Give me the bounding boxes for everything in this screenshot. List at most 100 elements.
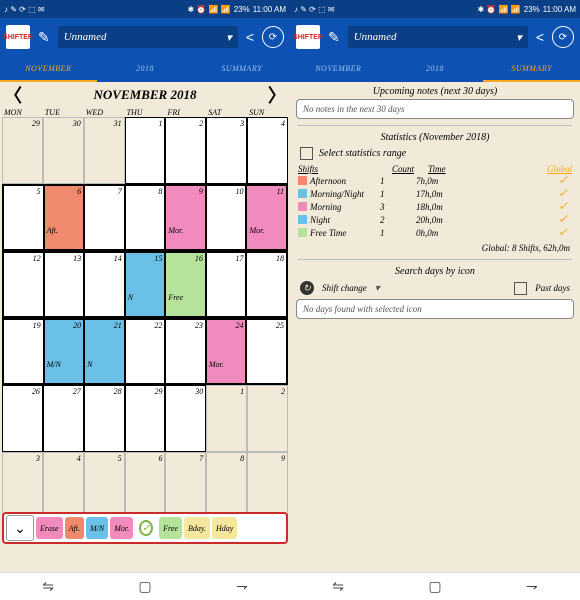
chip-erase[interactable]: Erase <box>36 517 63 539</box>
cal-cell[interactable]: 26 <box>2 385 43 452</box>
cal-cell[interactable]: 2 <box>165 117 206 184</box>
calendar-grid: 29 30 31 1 2 3 4 5 6Aft. 7 8 9Mor. 10 11… <box>0 117 290 519</box>
cal-cell[interactable]: 12 <box>3 252 44 317</box>
cal-cell[interactable]: 24Mor. <box>206 319 247 384</box>
chip-morning[interactable]: Mor. <box>110 517 133 539</box>
cal-cell[interactable]: 29 <box>125 385 166 452</box>
cal-cell[interactable]: 6Aft. <box>44 185 85 250</box>
upcoming-box: No notes in the next 30 days <box>296 99 574 119</box>
past-days-checkbox[interactable] <box>514 282 527 295</box>
nav-home-icon[interactable]: ▢ <box>138 578 151 595</box>
shift-change-label: Shift change <box>322 283 367 293</box>
cal-cell[interactable]: 4 <box>43 452 84 519</box>
cal-cell[interactable]: 23 <box>165 319 206 384</box>
cal-cell[interactable]: 5 <box>84 452 125 519</box>
cal-cell[interactable]: 30 <box>165 385 206 452</box>
cal-cell[interactable]: 20M/N <box>44 319 85 384</box>
chip-confirm[interactable]: ✓ <box>135 517 157 539</box>
tabs: NOVEMBER 2018 SUMMARY <box>0 56 290 82</box>
cal-cell[interactable]: 14 <box>84 252 125 317</box>
share-icon[interactable]: < <box>536 29 544 45</box>
title-dropdown[interactable]: Unnamed ▾ <box>348 26 528 48</box>
cal-cell[interactable]: 7 <box>165 452 206 519</box>
nav-recent-icon[interactable]: ⇋ <box>42 578 54 595</box>
cal-cell[interactable]: 27 <box>43 385 84 452</box>
status-bar: ♪ ✎ ⟳ ⬚ ✉ ✱ ⏰ 📶 📶23%11:00 AM <box>290 0 580 18</box>
pencil-icon[interactable]: ✎ <box>328 29 340 46</box>
calendar-title: NOVEMBER 2018 <box>94 87 197 103</box>
cal-cell[interactable]: 13 <box>44 252 85 317</box>
title-text: Unnamed <box>64 31 107 43</box>
cal-cell[interactable]: 9 <box>247 452 288 519</box>
past-days-label: Past days <box>535 283 570 293</box>
cal-cell[interactable]: 7 <box>84 185 125 250</box>
cal-cell[interactable]: 9Mor. <box>165 185 206 250</box>
prev-month[interactable]: 〈 <box>4 82 22 108</box>
stats-table: Shifts Count Time Global Afternoon17h,0m… <box>298 164 572 239</box>
cal-cell[interactable]: 4 <box>247 117 288 184</box>
cal-cell-today[interactable]: 19 <box>3 319 44 384</box>
search-result-box: No days found with selected icon <box>296 299 574 319</box>
range-label: Select statistics range <box>319 148 406 159</box>
next-month[interactable]: 〉 <box>268 82 286 108</box>
range-checkbox[interactable] <box>300 147 313 160</box>
cal-cell[interactable]: 25 <box>246 319 287 384</box>
stats-row: Free Time10h,0m✓ <box>298 226 572 239</box>
chevron-down-icon: ▾ <box>226 31 232 44</box>
stats-title: Statistics (November 2018) <box>290 132 580 143</box>
tab-year[interactable]: 2018 <box>97 56 194 82</box>
sync-icon[interactable]: ⟳ <box>262 26 284 48</box>
refresh-icon[interactable]: ↻ <box>300 281 314 295</box>
cal-cell[interactable]: 5 <box>3 185 44 250</box>
tab-month[interactable]: NOVEMBER <box>0 56 97 82</box>
android-navbar: ⇋ ▢ ⇁ <box>0 572 290 600</box>
chip-free[interactable]: Free <box>159 517 182 539</box>
cal-cell[interactable]: 15N <box>125 252 166 317</box>
status-bar: ♪ ✎ ⟳ ⬚ ✉ ✱ ⏰ 📶 📶23%11:00 AM <box>0 0 290 18</box>
nav-back-icon[interactable]: ⇁ <box>526 578 538 595</box>
cal-cell[interactable]: 30 <box>43 117 84 184</box>
sync-icon[interactable]: ⟳ <box>552 26 574 48</box>
cal-cell[interactable]: 11Mor. <box>246 185 287 250</box>
nav-home-icon[interactable]: ▢ <box>428 578 441 595</box>
search-title: Search days by icon <box>290 266 580 277</box>
cal-cell[interactable]: 28 <box>84 385 125 452</box>
cal-cell[interactable]: 10 <box>206 185 247 250</box>
cal-cell[interactable]: 16Free <box>165 252 206 317</box>
tab-year[interactable]: 2018 <box>387 56 484 82</box>
chip-morning-night[interactable]: M/N <box>86 517 108 539</box>
tab-summary[interactable]: SUMMARY <box>193 56 290 82</box>
share-icon[interactable]: < <box>246 29 254 45</box>
chip-hday[interactable]: Hday <box>212 517 237 539</box>
cal-cell[interactable]: 2 <box>247 385 288 452</box>
cal-cell[interactable]: 6 <box>125 452 166 519</box>
dow-header: MONTUEWEDTHUFRISATSUN <box>0 108 290 117</box>
nav-back-icon[interactable]: ⇁ <box>236 578 248 595</box>
cal-cell[interactable]: 1 <box>206 385 247 452</box>
cal-cell[interactable]: 8 <box>125 185 166 250</box>
cal-cell[interactable]: 21N <box>84 319 125 384</box>
chip-bday[interactable]: Bday. <box>184 517 210 539</box>
cal-cell[interactable]: 18 <box>246 252 287 317</box>
nav-recent-icon[interactable]: ⇋ <box>332 578 344 595</box>
shift-toolbar: ⌄ Erase Aft. M/N Mor. ✓ Free Bday. Hday <box>2 512 288 544</box>
cal-cell[interactable]: 1 <box>125 117 166 184</box>
dropdown-icon[interactable]: ▾ <box>375 283 380 294</box>
cal-cell[interactable]: 17 <box>206 252 247 317</box>
cal-cell[interactable]: 29 <box>2 117 43 184</box>
app-bar: SHIFTER ✎ Unnamed ▾ < ⟳ <box>0 18 290 56</box>
cal-cell[interactable]: 22 <box>125 319 166 384</box>
toolbar-collapse[interactable]: ⌄ <box>6 515 34 541</box>
title-dropdown[interactable]: Unnamed ▾ <box>58 26 238 48</box>
cal-cell[interactable]: 8 <box>206 452 247 519</box>
cal-cell[interactable]: 31 <box>84 117 125 184</box>
app-icon[interactable]: SHIFTER <box>6 25 30 49</box>
pencil-icon[interactable]: ✎ <box>38 29 50 46</box>
android-navbar: ⇋ ▢ ⇁ <box>290 572 580 600</box>
tab-month[interactable]: NOVEMBER <box>290 56 387 82</box>
tab-summary[interactable]: SUMMARY <box>483 56 580 82</box>
cal-cell[interactable]: 3 <box>2 452 43 519</box>
chip-afternoon[interactable]: Aft. <box>65 517 84 539</box>
cal-cell[interactable]: 3 <box>206 117 247 184</box>
app-icon[interactable]: SHIFTER <box>296 25 320 49</box>
